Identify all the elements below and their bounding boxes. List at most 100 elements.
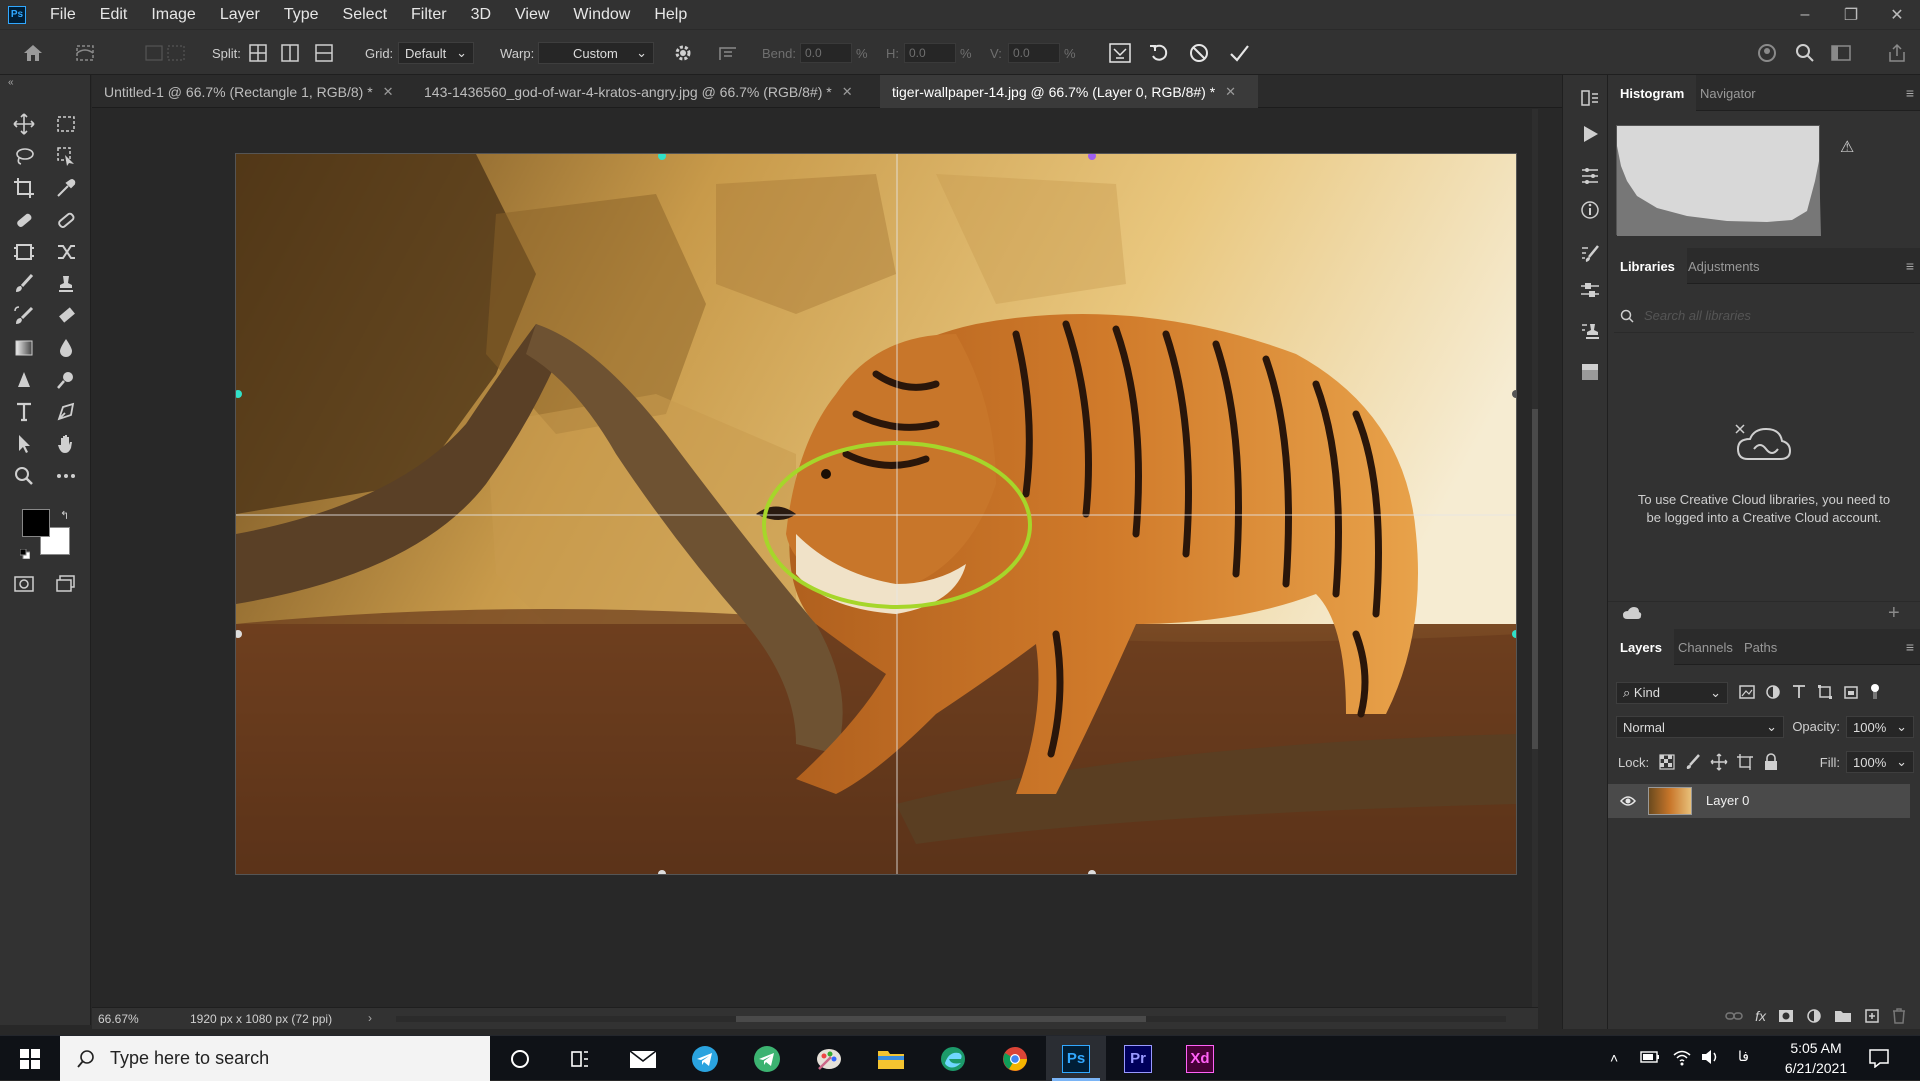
quick-mask-icon[interactable] (8, 569, 40, 599)
brushes-panel-icon[interactable] (1579, 279, 1601, 301)
more-tools-icon[interactable] (50, 461, 82, 491)
menu-image[interactable]: Image (139, 0, 207, 29)
lock-image-pixels-icon[interactable] (1684, 753, 1702, 771)
pen-tool-icon[interactable] (50, 397, 82, 427)
close-button[interactable]: ✕ (1874, 0, 1920, 29)
file-explorer-icon[interactable] (861, 1036, 921, 1081)
chrome-browser-icon[interactable] (985, 1036, 1045, 1081)
library-search[interactable]: Search all libraries (1614, 299, 1914, 333)
shape-filter-icon[interactable] (1816, 683, 1834, 701)
dodge-tool-icon[interactable] (8, 365, 40, 395)
marquee-tool-icon[interactable] (50, 109, 82, 139)
share-icon[interactable] (1886, 30, 1908, 76)
hand-tool-icon[interactable] (50, 429, 82, 459)
taskbar-search-box[interactable]: Type here to search (60, 1036, 490, 1081)
tab-tiger-wallpaper[interactable]: tiger-wallpaper-14.jpg @ 66.7% (Layer 0,… (880, 75, 1258, 108)
adjustment-filter-icon[interactable] (1764, 683, 1782, 701)
restore-button[interactable]: ❐ (1828, 0, 1874, 29)
commit-transform-icon[interactable] (1228, 30, 1250, 76)
tab-histogram[interactable]: Histogram (1608, 75, 1697, 111)
object-selection-tool-icon[interactable] (50, 141, 82, 171)
warp-orientation-icon[interactable] (716, 30, 740, 76)
warp-style-select[interactable]: Custom ⌄ (538, 42, 654, 64)
history-panel-icon[interactable] (1579, 87, 1601, 109)
lock-all-icon[interactable] (1762, 753, 1780, 771)
healing-brush-tool-icon[interactable] (8, 205, 40, 235)
menu-file[interactable]: File (38, 0, 88, 29)
delete-layer-trash-icon[interactable] (1892, 1008, 1906, 1024)
blend-mode-select[interactable]: Normal ⌄ (1616, 716, 1784, 738)
photoshop-logo-icon[interactable]: Ps (8, 5, 26, 24)
layer-style-fx-icon[interactable]: fx (1755, 1008, 1766, 1024)
vertical-scroll-thumb[interactable] (1532, 409, 1538, 749)
lock-position-icon[interactable] (1710, 753, 1728, 771)
history-brush-tool-icon[interactable] (8, 301, 40, 331)
panel-menu-icon[interactable]: ≡ (1906, 258, 1914, 274)
pixel-filter-icon[interactable] (1738, 683, 1756, 701)
smart-object-filter-icon[interactable] (1842, 683, 1860, 701)
screen-mode-icon[interactable] (50, 569, 82, 599)
eyedropper-tool-icon[interactable] (50, 173, 82, 203)
opacity-input[interactable]: 100% ⌄ (1846, 716, 1914, 738)
brush-tool-icon[interactable] (8, 269, 40, 299)
close-tab-icon[interactable]: ✕ (383, 84, 394, 100)
home-icon[interactable] (22, 30, 44, 76)
blur-tool-icon[interactable] (50, 333, 82, 363)
layer-row[interactable]: Layer 0 (1608, 784, 1910, 818)
split-vertical-icon[interactable] (280, 30, 300, 76)
close-tab-icon[interactable]: ✕ (1225, 84, 1236, 100)
bend-input[interactable]: 0.0 (800, 43, 852, 63)
windows-start-icon[interactable] (0, 1036, 60, 1081)
menu-layer[interactable]: Layer (208, 0, 272, 29)
horizontal-scrollbar[interactable] (396, 1016, 1506, 1022)
menu-view[interactable]: View (503, 0, 561, 29)
patch-tool-icon[interactable] (50, 205, 82, 235)
burn-tool-icon[interactable] (50, 365, 82, 395)
grid-select[interactable]: Default ⌄ (398, 42, 474, 64)
clone-source-icon[interactable] (1579, 321, 1601, 343)
volume-icon[interactable] (1700, 1048, 1720, 1066)
type-filter-icon[interactable] (1790, 683, 1808, 701)
new-layer-icon[interactable] (1864, 1008, 1880, 1024)
properties-panel-icon[interactable] (1579, 165, 1601, 187)
menu-select[interactable]: Select (331, 0, 399, 29)
cloud-sync-icon[interactable] (1622, 606, 1642, 622)
menu-type[interactable]: Type (272, 0, 331, 29)
add-library-icon[interactable]: + (1888, 602, 1900, 625)
split-cross-icon[interactable] (248, 30, 268, 76)
warp-settings-gear-icon[interactable] (672, 30, 694, 76)
status-menu-arrow[interactable]: › (368, 1011, 372, 1025)
xd-taskbar-icon[interactable]: Xd (1170, 1036, 1230, 1081)
clone-stamp-tool-icon[interactable] (50, 269, 82, 299)
menu-help[interactable]: Help (642, 0, 699, 29)
paint-app-icon[interactable] (799, 1036, 859, 1081)
photoshop-taskbar-icon[interactable]: Ps (1046, 1036, 1106, 1081)
horizontal-scroll-thumb[interactable] (736, 1016, 1146, 1022)
panel-menu-icon[interactable]: ≡ (1906, 639, 1914, 655)
mail-app-icon[interactable] (613, 1036, 673, 1081)
eraser-tool-icon[interactable] (50, 301, 82, 331)
info-panel-icon[interactable] (1579, 199, 1601, 221)
swap-colors-icon[interactable]: ↰ (60, 509, 69, 522)
move-tool-icon[interactable] (8, 109, 40, 139)
input-language-indicator[interactable]: فا (1738, 1048, 1749, 1065)
document-canvas[interactable] (235, 153, 1517, 875)
lasso-tool-icon[interactable] (8, 141, 40, 171)
panel-menu-icon[interactable]: ≡ (1906, 85, 1914, 101)
workspace-icon[interactable] (1830, 30, 1852, 76)
lock-transparent-pixels-icon[interactable] (1658, 753, 1676, 771)
wifi-icon[interactable] (1672, 1048, 1692, 1066)
close-tab-icon[interactable]: ✕ (842, 84, 853, 100)
adjustment-layer-icon[interactable] (1806, 1008, 1822, 1024)
menu-edit[interactable]: Edit (88, 0, 140, 29)
actions-play-icon[interactable] (1579, 123, 1601, 145)
brush-settings-icon[interactable] (1579, 243, 1601, 265)
vertical-scrollbar[interactable] (1532, 109, 1538, 1007)
lock-artboard-icon[interactable] (1736, 753, 1754, 771)
menu-filter[interactable]: Filter (399, 0, 459, 29)
menu-3d[interactable]: 3D (459, 0, 503, 29)
gradient-tool-icon[interactable] (8, 333, 40, 363)
reset-warp-icon[interactable] (1148, 30, 1170, 76)
zoom-tool-icon[interactable] (8, 461, 40, 491)
collapse-panel-icon[interactable]: « (8, 77, 14, 88)
